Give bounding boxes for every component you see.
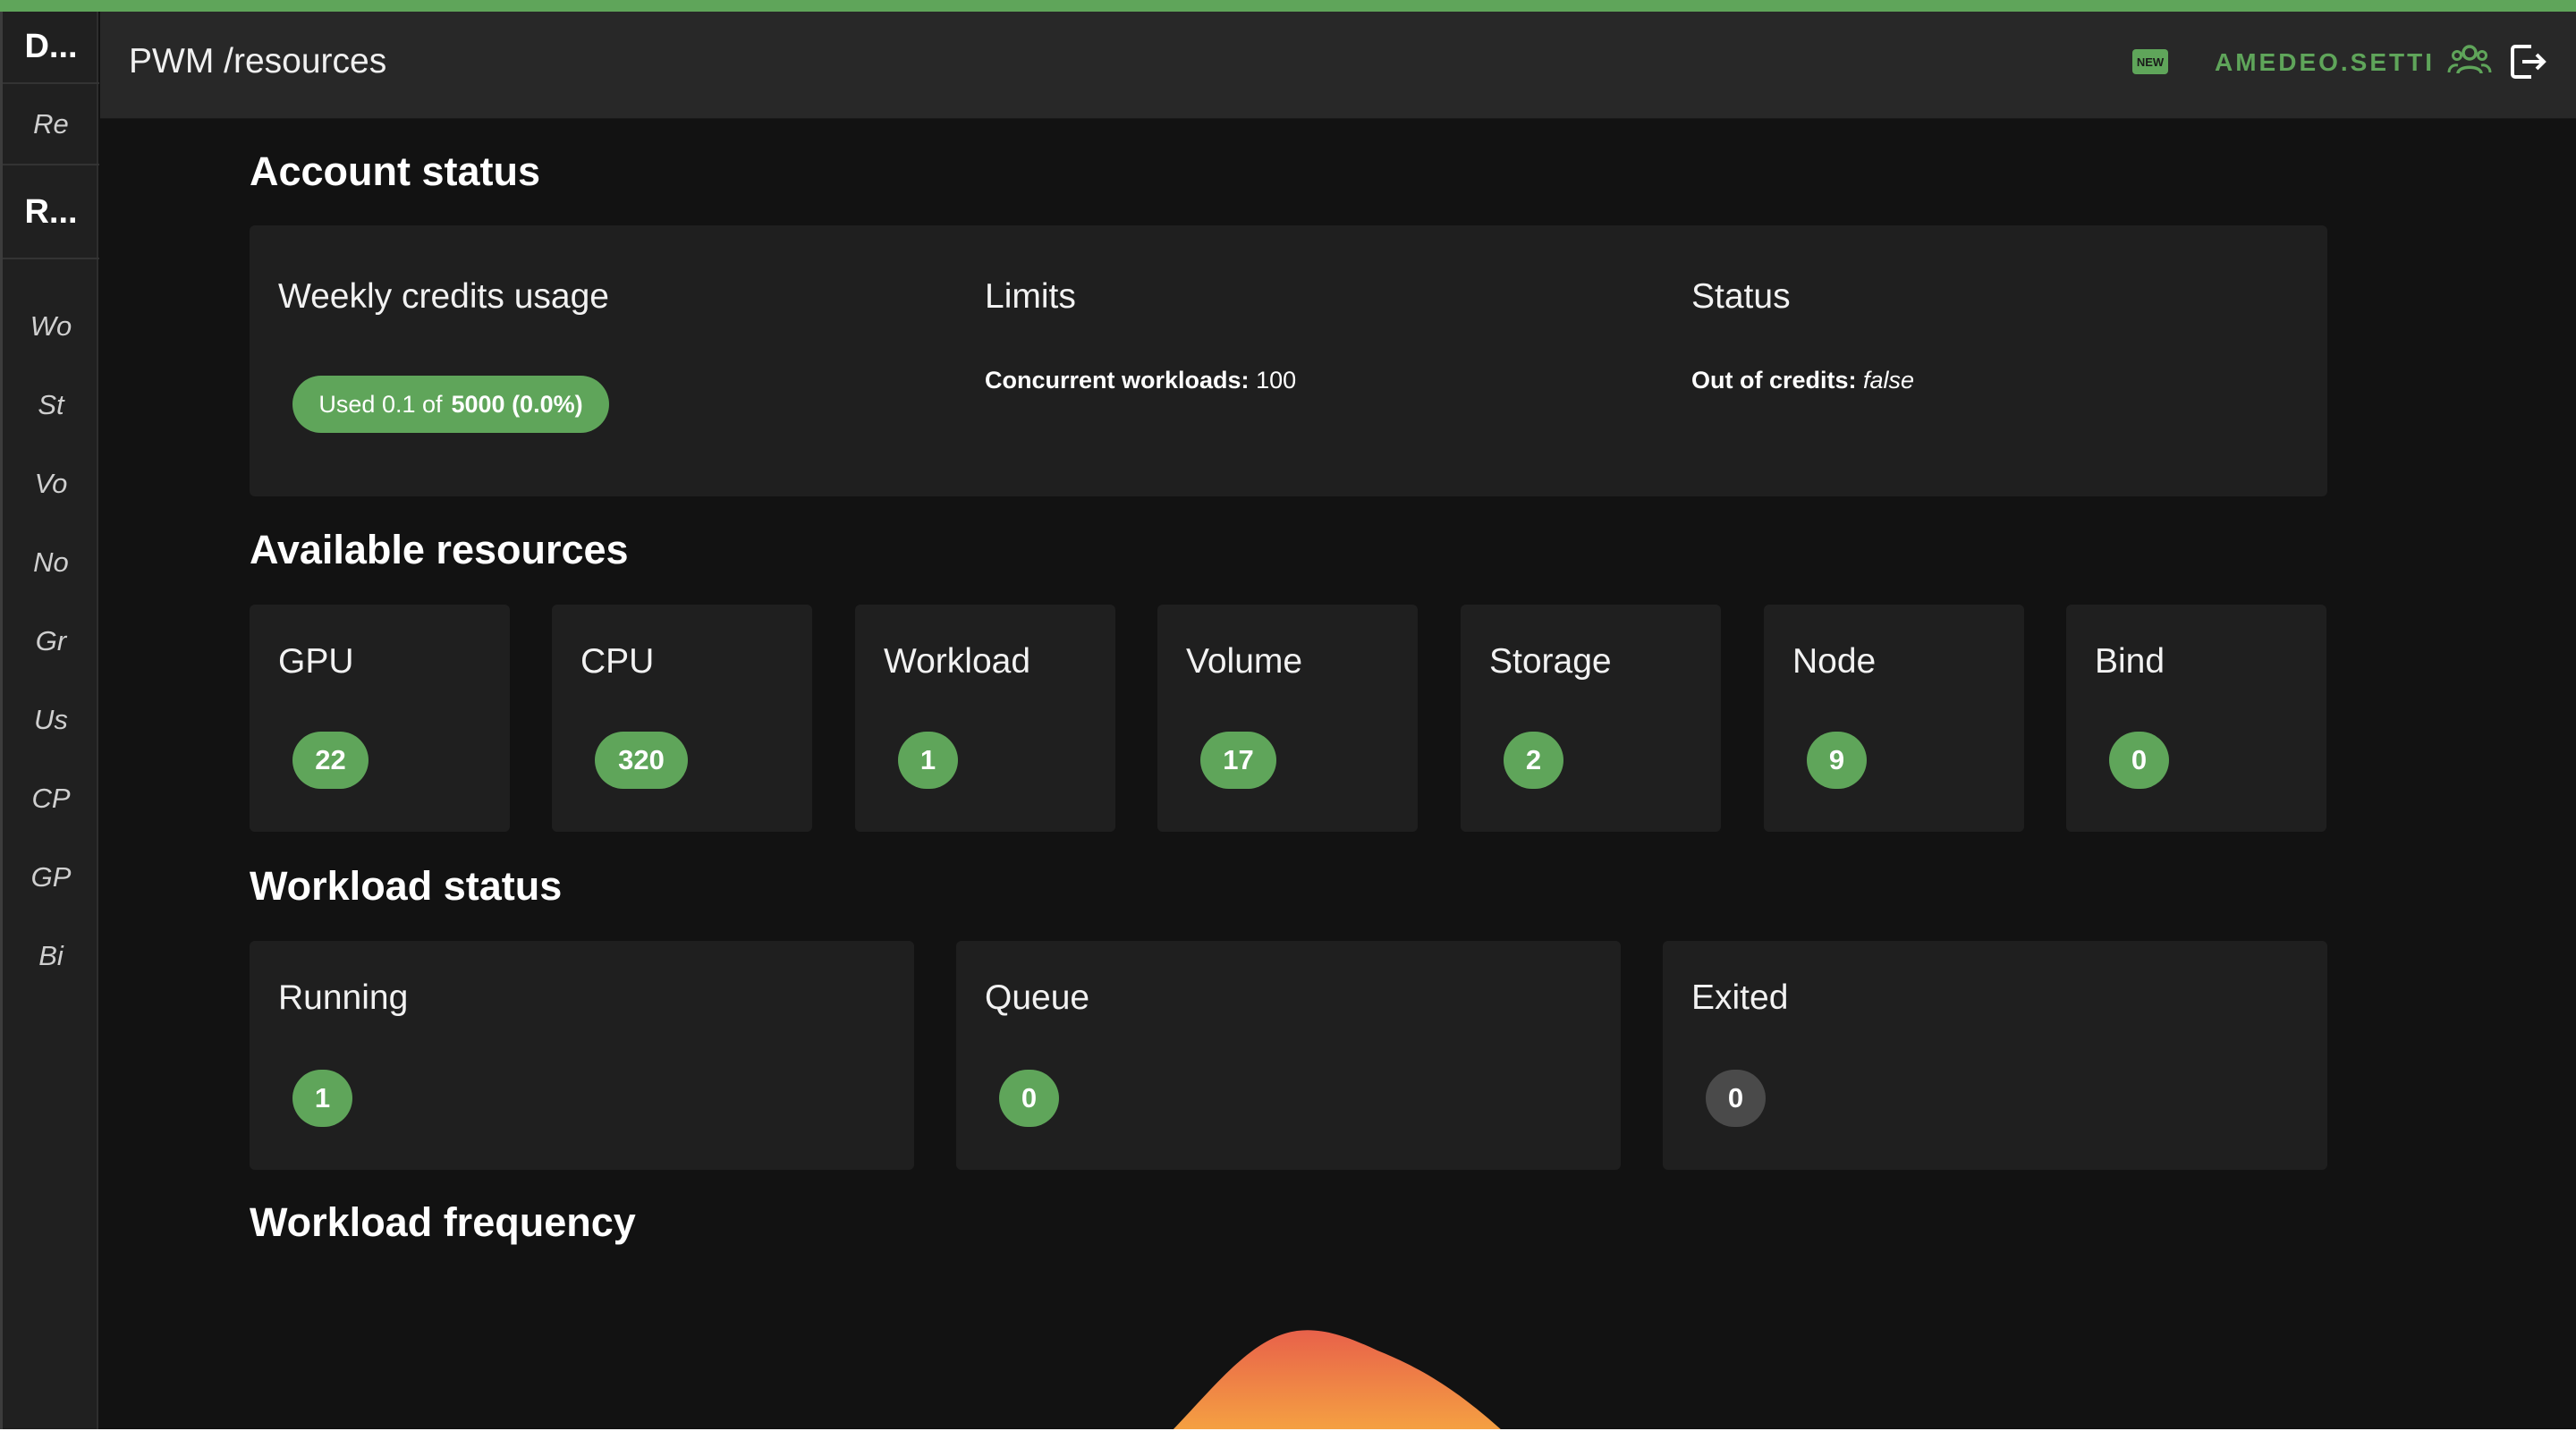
out-of-credits-value: false — [1863, 367, 1915, 394]
resource-count-badge: 17 — [1200, 732, 1276, 789]
credits-total: 5000 (0.0%) — [451, 390, 583, 418]
new-badge-icon[interactable]: NEW — [2131, 47, 2170, 77]
credits-used-prefix: Used 0.1 of — [318, 390, 443, 418]
svg-text:NEW: NEW — [2137, 55, 2165, 69]
workload-count-badge: 0 — [999, 1070, 1059, 1127]
resource-card-cpu[interactable]: CPU 320 — [552, 605, 812, 832]
limits-title: Limits — [985, 277, 1076, 316]
resource-card-bind[interactable]: Bind 0 — [2066, 605, 2326, 832]
concurrent-workloads-row: Concurrent workloads: 100 — [985, 367, 1296, 394]
app-window: D... Re R... Wo St Vo No Gr Us CP GP Bi … — [0, 0, 2576, 1429]
sidebar-item-vo[interactable]: Vo — [3, 445, 99, 523]
workload-status-label: Queue — [985, 978, 1090, 1017]
sidebar-item-us[interactable]: Us — [3, 681, 99, 759]
sidebar-item-gp[interactable]: GP — [3, 838, 99, 917]
resource-count-badge: 2 — [1504, 732, 1563, 789]
resource-card-workload[interactable]: Workload 1 — [855, 605, 1115, 832]
workload-status-card-queue[interactable]: Queue 0 — [956, 941, 1621, 1170]
sidebar-item-wo[interactable]: Wo — [3, 287, 99, 366]
sidebar: D... Re R... Wo St Vo No Gr Us CP GP Bi — [0, 12, 99, 1429]
section-title-available-resources: Available resources — [250, 527, 629, 572]
frequency-area — [1173, 1330, 1501, 1429]
resource-card-gpu[interactable]: GPU 22 — [250, 605, 510, 832]
workload-status-card-exited[interactable]: Exited 0 — [1663, 941, 2327, 1170]
sidebar-divider — [3, 258, 99, 259]
resource-card-label: Bind — [2095, 642, 2165, 681]
resource-card-volume[interactable]: Volume 17 — [1157, 605, 1418, 832]
account-status-card: Weekly credits usage Used 0.1 of 5000 (0… — [250, 225, 2327, 496]
section-title-workload-status: Workload status — [250, 863, 563, 909]
page-title: PWM /resources — [129, 42, 387, 80]
sidebar-divider — [3, 164, 99, 165]
section-title-account-status: Account status — [250, 148, 541, 194]
out-of-credits-label: Out of credits: — [1691, 367, 1857, 394]
username-label: AMEDEO.SETTI — [2215, 48, 2436, 76]
group-icon — [2447, 42, 2492, 84]
sidebar-section-header-1[interactable]: D... — [3, 12, 99, 81]
user-menu-button[interactable]: AMEDEO.SETTI — [2215, 40, 2492, 85]
weekly-credits-title: Weekly credits usage — [278, 277, 609, 316]
sidebar-item-gr[interactable]: Gr — [3, 602, 99, 681]
resource-count-badge: 0 — [2109, 732, 2169, 789]
workload-status-label: Exited — [1691, 978, 1789, 1017]
workload-status-card-running[interactable]: Running 1 — [250, 941, 914, 1170]
workload-status-label: Running — [278, 978, 409, 1017]
sidebar-item-st[interactable]: St — [3, 366, 99, 445]
workload-count-badge: 0 — [1706, 1070, 1766, 1127]
workload-count-badge: 1 — [292, 1070, 352, 1127]
sidebar-item-no[interactable]: No — [3, 523, 99, 602]
resource-card-label: Volume — [1186, 642, 1303, 681]
resource-count-badge: 9 — [1807, 732, 1867, 789]
resource-card-label: Storage — [1489, 642, 1612, 681]
app-header: PWM /resources NEW AMEDEO.SETTI — [100, 12, 2576, 119]
logout-icon[interactable] — [2506, 39, 2551, 84]
resource-count-badge: 22 — [292, 732, 369, 789]
concurrent-workloads-value: 100 — [1256, 367, 1297, 394]
resource-card-storage[interactable]: Storage 2 — [1461, 605, 1721, 832]
resource-card-label: Node — [1792, 642, 1877, 681]
resource-card-label: Workload — [884, 642, 1031, 681]
resource-card-label: GPU — [278, 642, 354, 681]
out-of-credits-row: Out of credits: false — [1691, 367, 1914, 394]
sidebar-item-re[interactable]: Re — [3, 85, 99, 164]
credits-usage-badge: Used 0.1 of 5000 (0.0%) — [292, 376, 609, 433]
section-title-workload-frequency: Workload frequency — [250, 1199, 636, 1245]
sidebar-item-bi[interactable]: Bi — [3, 917, 99, 995]
resource-count-badge: 1 — [898, 732, 958, 789]
sidebar-section-header-2[interactable]: R... — [3, 174, 99, 250]
workload-frequency-chart — [1163, 1315, 1538, 1429]
concurrent-workloads-label: Concurrent workloads: — [985, 367, 1250, 394]
sidebar-divider — [3, 82, 99, 84]
status-title: Status — [1691, 277, 1791, 316]
sidebar-item-cp[interactable]: CP — [3, 759, 99, 838]
resource-count-badge: 320 — [595, 732, 688, 789]
resource-card-label: CPU — [580, 642, 655, 681]
resource-card-node[interactable]: Node 9 — [1764, 605, 2024, 832]
top-accent-bar — [0, 0, 2576, 12]
